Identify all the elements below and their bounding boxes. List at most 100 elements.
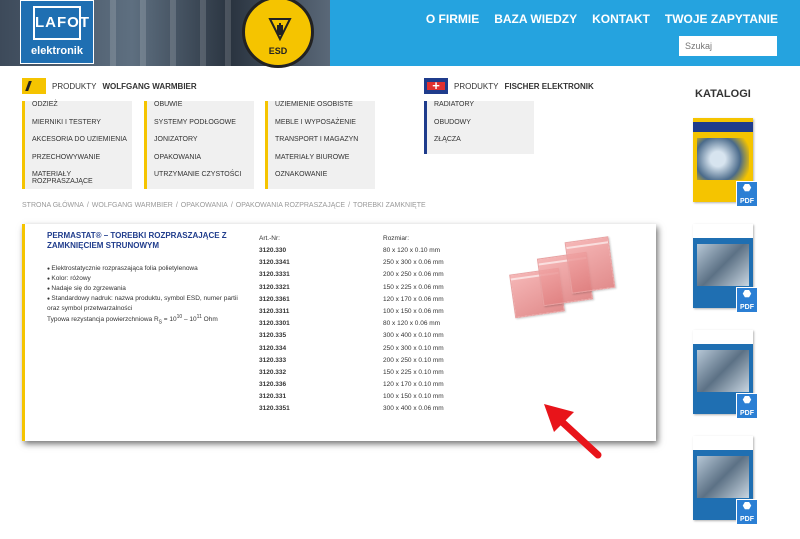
- menu-item-obudowy[interactable]: OBUDOWY: [427, 119, 534, 137]
- nav-kontakt[interactable]: KONTAKT: [592, 12, 650, 26]
- menu-column-4: RADIATORY OBUDOWY ZŁĄCZA: [424, 101, 534, 154]
- art-nr-cell: 3120.330: [259, 247, 287, 254]
- breadcrumb-home[interactable]: STRONA GŁÓWNA: [22, 202, 84, 209]
- art-nr-cell: 3120.3301: [259, 320, 290, 328]
- catalog-warmbier[interactable]: ⬣ PDF: [693, 118, 758, 207]
- menu-item-obuwie[interactable]: OBUWIE: [147, 101, 254, 119]
- menu-item-transport[interactable]: TRANSPORT I MAGAZYN: [268, 136, 375, 154]
- catalog-fischer-2[interactable]: ⬣ PDF: [693, 330, 758, 419]
- table-row: 3120.3301 80 x 120 x 0.06 mm: [259, 320, 483, 332]
- brand-header-warmbier[interactable]: PRODUKTY WOLFGANG WARMBIER: [22, 78, 197, 94]
- size-cell: 200 x 250 x 0.10 mm: [383, 356, 444, 364]
- pdf-icon[interactable]: ⬣ PDF: [736, 499, 758, 525]
- menu-item-utrzymanie-czystosci[interactable]: UTRZYMANIE CZYSTOŚCI: [147, 171, 254, 189]
- menu-item-systemy-podlogowe[interactable]: SYSTEMY PODŁOGOWE: [147, 119, 254, 137]
- product-table: Art.-Nr: Rozmiar: 3120.330 80 x 120 x 0.1…: [259, 235, 483, 418]
- catalog-fischer-3[interactable]: ⬣ PDF: [693, 436, 758, 525]
- table-row: 3120.3361 120 x 170 x 0.06 mm: [259, 296, 483, 308]
- header-art-nr: Art.-Nr:: [259, 235, 280, 242]
- product-image-bags: [509, 233, 650, 325]
- art-nr-cell: 3120.331: [259, 393, 287, 401]
- breadcrumb-opakowania-rozpraszajace[interactable]: OPAKOWANIA ROZPRASZAJĄCE: [236, 202, 345, 209]
- bag-image: [564, 236, 616, 294]
- lafot-logo[interactable]: LAFOT elektronik: [20, 0, 94, 64]
- feature-item: Nadaje się do zgrzewania: [47, 284, 252, 294]
- menu-item-materialy-rozpraszajace[interactable]: MATERIAŁY ROZPRASZAJĄCE: [25, 171, 132, 189]
- nav-o-firmie[interactable]: O FIRMIE: [426, 12, 479, 26]
- pdf-icon[interactable]: ⬣ PDF: [736, 181, 758, 207]
- product-title: PERMASTAT® – TOREBKI ROZPRASZAJĄCE Z ZAM…: [47, 231, 227, 250]
- brand-prefix: PRODUKTY: [52, 81, 97, 91]
- size-cell: 150 x 225 x 0.10 mm: [383, 368, 444, 376]
- menu-item-jonizatory[interactable]: JONIZATORY: [147, 136, 254, 154]
- catalog-cover-image: [697, 244, 749, 286]
- esd-label: ESD: [268, 46, 288, 56]
- catalogs-title: KATALOGI: [695, 88, 751, 100]
- size-cell: 120 x 170 x 0.06 mm: [383, 295, 444, 303]
- catalog-band: [693, 122, 753, 132]
- feature-item: Standardowy nadruk: nazwa produktu, symb…: [47, 294, 252, 313]
- size-cell: 150 x 225 x 0.06 mm: [383, 283, 444, 291]
- catalog-band: [693, 224, 753, 238]
- art-nr-cell: 3120.3341: [259, 259, 290, 267]
- art-nr-cell: 3120.3331: [259, 271, 290, 279]
- menu-item-mierniki[interactable]: MIERNIKI I TESTERY: [25, 119, 132, 137]
- art-nr-cell: 3120.335: [259, 332, 287, 340]
- table-row: 3120.332 150 x 225 x 0.10 mm: [259, 369, 483, 381]
- menu-item-oznakowanie[interactable]: OZNAKOWANIE: [268, 171, 375, 189]
- table-row: 3120.3331 200 x 250 x 0.06 mm: [259, 271, 483, 283]
- menu-item-uziemienie-osobiste[interactable]: UZIEMIENIE OSOBISTE: [268, 101, 375, 119]
- menu-item-meble[interactable]: MEBLE I WYPOSAŻENIE: [268, 119, 375, 137]
- logo-text: elektronik: [31, 45, 83, 57]
- size-cell: 120 x 170 x 0.10 mm: [383, 381, 444, 389]
- menu-item-akcesoria[interactable]: AKCESORIA DO UZIEMIENIA: [25, 136, 132, 154]
- table-row: 3120.3341 250 x 300 x 0.06 mm: [259, 259, 483, 271]
- menu-item-zlacza[interactable]: ZŁĄCZA: [427, 136, 534, 154]
- breadcrumb-current: TOREBKI ZAMKNIĘTE: [353, 202, 426, 209]
- size-cell: 250 x 300 x 0.10 mm: [383, 344, 444, 352]
- art-nr-cell: 3120.332: [259, 368, 287, 376]
- catalog-cover-image: [697, 456, 749, 498]
- header-rozmiar: Rozmiar:: [383, 235, 410, 242]
- breadcrumb-separator: /: [86, 202, 89, 209]
- main-nav: O FIRMIE BAZA WIEDZY KONTAKT TWOJE ZAPYT…: [426, 12, 778, 26]
- menu-item-przechowywanie[interactable]: PRZECHOWYWANIE: [25, 154, 132, 172]
- product-features: Elektrostatycznie rozpraszająca folia po…: [47, 264, 252, 313]
- breadcrumb-opakowania[interactable]: OPAKOWANIA: [181, 202, 228, 209]
- size-cell: 80 x 120 x 0.06 mm: [383, 320, 441, 328]
- search-input[interactable]: [679, 36, 777, 56]
- menu-item-odziez[interactable]: ODZIEŻ: [25, 101, 132, 119]
- catalog-band: [693, 436, 753, 450]
- menu-column-3: UZIEMIENIE OSOBISTE MEBLE I WYPOSAŻENIE …: [265, 101, 375, 189]
- nav-baza-wiedzy[interactable]: BAZA WIEDZY: [494, 12, 577, 26]
- menu-item-materialy-biurowe[interactable]: MATERIAŁY BIUROWE: [268, 154, 375, 172]
- table-body: 3120.330 80 x 120 x 0.10 mm 3120.3341 250 x…: [259, 247, 483, 418]
- breadcrumb-warmbier[interactable]: WOLFGANG WARMBIER: [92, 202, 173, 209]
- nav-twoje-zapytanie[interactable]: TWOJE ZAPYTANIE: [665, 12, 778, 26]
- art-nr-cell: 3120.334: [259, 344, 287, 352]
- brand-name: WOLFGANG WARMBIER: [102, 81, 197, 91]
- catalog-fischer-1[interactable]: ⬣ PDF: [693, 224, 758, 313]
- table-row: 3120.3351 300 x 400 x 0.06 mm: [259, 405, 483, 417]
- size-cell: 300 x 400 x 0.10 mm: [383, 332, 444, 340]
- esd-hand-icon: [268, 18, 292, 42]
- menu-item-opakowania[interactable]: OPAKOWANIA: [147, 154, 254, 172]
- brand-name: FISCHER ELEKTRONIK: [504, 81, 594, 91]
- table-row: 3120.336 120 x 170 x 0.10 mm: [259, 381, 483, 393]
- menu-column-2: OBUWIE SYSTEMY PODŁOGOWE JONIZATORY OPAK…: [144, 101, 254, 189]
- table-header: Art.-Nr: Rozmiar:: [259, 235, 483, 247]
- art-nr-cell: 3120.3351: [259, 405, 290, 413]
- table-row: 3120.333 200 x 250 x 0.10 mm: [259, 357, 483, 369]
- pdf-icon[interactable]: ⬣ PDF: [736, 287, 758, 313]
- menu-item-radiatory[interactable]: RADIATORY: [427, 101, 534, 119]
- size-cell: 80 x 120 x 0.10 mm: [383, 247, 441, 254]
- catalog-band: [693, 330, 753, 344]
- breadcrumb-separator: /: [348, 202, 351, 209]
- breadcrumb: STRONA GŁÓWNA / WOLFGANG WARMBIER / OPAK…: [22, 202, 426, 209]
- brand-prefix: PRODUKTY: [454, 81, 499, 91]
- size-cell: 100 x 150 x 0.10 mm: [383, 393, 444, 401]
- pdf-icon[interactable]: ⬣ PDF: [736, 393, 758, 419]
- art-nr-cell: 3120.3361: [259, 295, 290, 303]
- brand-header-fischer[interactable]: PRODUKTY FISCHER ELEKTRONIK: [424, 78, 594, 94]
- feature-item: Kolor: różowy: [47, 274, 252, 284]
